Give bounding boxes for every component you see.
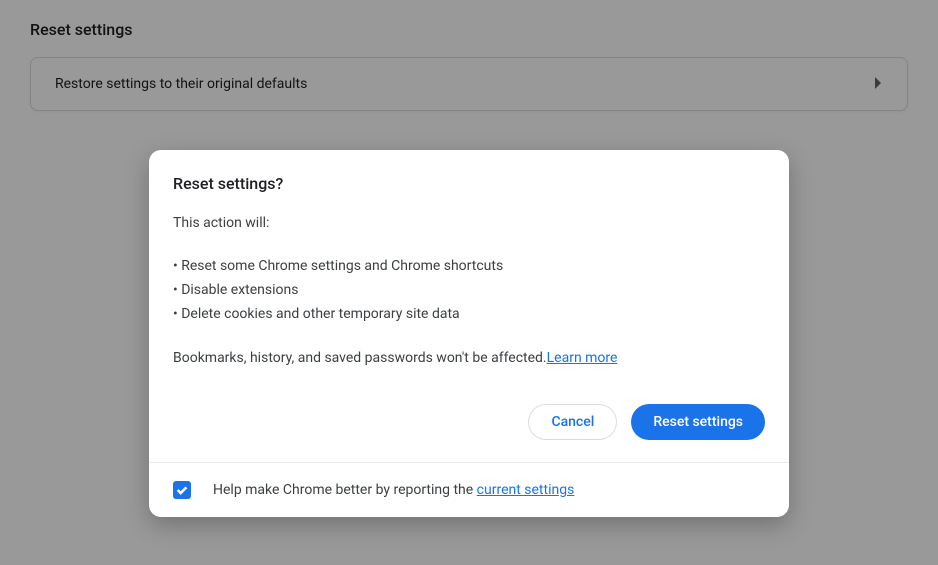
learn-more-link[interactable]: Learn more [547,350,618,366]
cancel-button[interactable]: Cancel [528,404,617,440]
checkmark-icon [175,483,189,497]
current-settings-link[interactable]: current settings [477,482,575,498]
list-item: Reset some Chrome settings and Chrome sh… [173,255,765,279]
list-item: Disable extensions [173,279,765,303]
dialog-note-text: Bookmarks, history, and saved passwords … [173,350,547,366]
dialog-intro-text: This action will: [173,215,765,231]
dialog-actions: Cancel Reset settings [149,386,789,462]
dialog-body: Reset settings? This action will: Reset … [149,150,789,386]
dialog-title: Reset settings? [173,174,765,193]
modal-overlay: Reset settings? This action will: Reset … [0,0,938,565]
report-settings-checkbox[interactable] [173,481,191,499]
dialog-footer: Help make Chrome better by reporting the… [149,462,789,517]
footer-text: Help make Chrome better by reporting the… [213,482,574,498]
reset-settings-dialog: Reset settings? This action will: Reset … [149,150,789,517]
footer-prefix: Help make Chrome better by reporting the [213,482,477,498]
dialog-effects-list: Reset some Chrome settings and Chrome sh… [173,255,765,326]
dialog-note: Bookmarks, history, and saved passwords … [173,350,765,366]
list-item: Delete cookies and other temporary site … [173,303,765,327]
reset-settings-button[interactable]: Reset settings [631,404,765,440]
